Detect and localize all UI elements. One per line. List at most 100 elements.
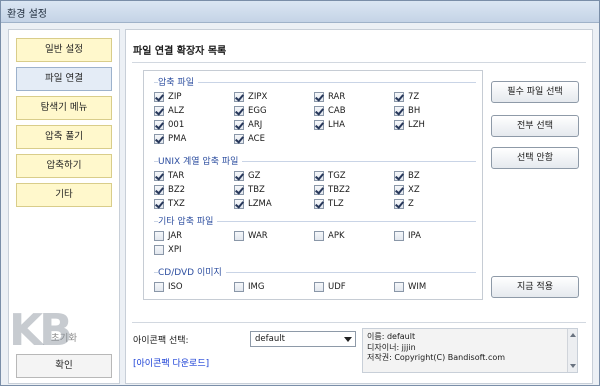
extension-checkbox-tbz2[interactable]: TBZ2: [314, 185, 389, 197]
apply-now-button[interactable]: 지금 적용: [491, 276, 579, 298]
checkbox-checked-icon[interactable]: [394, 185, 404, 195]
extension-checkbox-jar[interactable]: JAR: [154, 231, 229, 243]
extension-checkbox-ipa[interactable]: IPA: [394, 231, 469, 243]
checkbox-checked-icon[interactable]: [154, 106, 164, 116]
sidebar-item-explorer-menu[interactable]: 탐색기 메뉴: [16, 96, 112, 120]
reset-button[interactable]: 초기화: [16, 327, 112, 351]
checkbox-checked-icon[interactable]: [234, 185, 244, 195]
extension-checkbox-xz[interactable]: XZ: [394, 185, 469, 197]
sidebar-item-misc[interactable]: 기타: [16, 183, 112, 207]
checkbox-checked-icon[interactable]: [394, 92, 404, 102]
extension-checkbox-zipx[interactable]: ZIPX: [234, 92, 309, 104]
checkbox-checked-icon[interactable]: [314, 92, 324, 102]
group-label: 기타 압축 파일: [158, 214, 218, 227]
checkbox-checked-icon[interactable]: [314, 185, 324, 195]
extension-checkbox-cab[interactable]: CAB: [314, 106, 389, 118]
extension-checkbox-txz[interactable]: TXZ: [154, 199, 229, 211]
checkbox-checked-icon[interactable]: [314, 106, 324, 116]
checkbox-checked-icon[interactable]: [154, 199, 164, 209]
extension-label: 7Z: [408, 92, 420, 102]
extension-checkbox-egg[interactable]: EGG: [234, 106, 309, 118]
checkbox-unchecked-icon[interactable]: [394, 282, 404, 292]
checkbox-unchecked-icon[interactable]: [314, 282, 324, 292]
ok-button[interactable]: 확인: [16, 354, 112, 378]
checkbox-checked-icon[interactable]: [394, 171, 404, 181]
checkbox-unchecked-icon[interactable]: [154, 245, 164, 255]
select-required-button[interactable]: 필수 파일 선택: [491, 81, 579, 103]
sidebar-item-file-association[interactable]: 파일 연결: [16, 67, 112, 91]
extension-checkbox-tgz[interactable]: TGZ: [314, 171, 389, 183]
title-divider: [132, 62, 586, 63]
extension-checkbox-7z[interactable]: 7Z: [394, 92, 469, 104]
checkbox-unchecked-icon[interactable]: [234, 231, 244, 241]
checkbox-checked-icon[interactable]: [234, 120, 244, 130]
checkbox-checked-icon[interactable]: [314, 199, 324, 209]
select-none-button[interactable]: 선택 안함: [491, 147, 579, 169]
checkbox-checked-icon[interactable]: [154, 120, 164, 130]
extension-checkbox-zip[interactable]: ZIP: [154, 92, 229, 104]
checkbox-checked-icon[interactable]: [234, 199, 244, 209]
extension-checkbox-alz[interactable]: ALZ: [154, 106, 229, 118]
extension-checkbox-apk[interactable]: APK: [314, 231, 389, 243]
extension-checkbox-001[interactable]: 001: [154, 120, 229, 132]
checkbox-checked-icon[interactable]: [314, 120, 324, 130]
checkbox-checked-icon[interactable]: [394, 199, 404, 209]
extension-checkbox-bz2[interactable]: BZ2: [154, 185, 229, 197]
extension-checkbox-wim[interactable]: WIM: [394, 282, 469, 294]
iconpack-download-link[interactable]: [아이콘팩 다운로드]: [133, 356, 209, 369]
extension-list-panel: 압축 파일 ZIP ZIPX RAR 7Z ALZ EGG CAB BH 001 ARJ LHA LZH…: [143, 70, 483, 300]
iconpack-select[interactable]: default: [250, 331, 356, 347]
checkbox-checked-icon[interactable]: [234, 134, 244, 144]
chevron-down-icon: [344, 337, 352, 342]
extension-checkbox-tbz[interactable]: TBZ: [234, 185, 309, 197]
window-title: 환경 설정: [7, 9, 47, 20]
checkbox-checked-icon[interactable]: [314, 171, 324, 181]
checkbox-unchecked-icon[interactable]: [154, 282, 164, 292]
checkbox-checked-icon[interactable]: [154, 185, 164, 195]
extension-checkbox-xpi[interactable]: XPI: [154, 245, 229, 257]
scroll-up-icon[interactable]: [570, 333, 576, 337]
extension-checkbox-iso[interactable]: ISO: [154, 282, 229, 294]
extension-checkbox-gz[interactable]: GZ: [234, 171, 309, 183]
extension-label: LZMA: [248, 199, 272, 209]
scroll-down-icon[interactable]: [570, 364, 576, 368]
sidebar: 일반 설정 파일 연결 탐색기 메뉴 압축 풀기 압축하기 기타 초기화 확인: [8, 29, 120, 384]
sidebar-item-general[interactable]: 일반 설정: [16, 38, 112, 62]
extension-checkbox-bz[interactable]: BZ: [394, 171, 469, 183]
extension-checkbox-war[interactable]: WAR: [234, 231, 309, 243]
checkbox-checked-icon[interactable]: [154, 92, 164, 102]
extension-label: TBZ2: [328, 185, 351, 195]
extension-checkbox-ace[interactable]: ACE: [234, 134, 309, 146]
extension-checkbox-rar[interactable]: RAR: [314, 92, 389, 104]
extension-checkbox-img[interactable]: IMG: [234, 282, 309, 294]
extension-checkbox-lha[interactable]: LHA: [314, 120, 389, 132]
checkbox-checked-icon[interactable]: [234, 92, 244, 102]
extension-checkbox-lzh[interactable]: LZH: [394, 120, 469, 132]
extension-checkbox-udf[interactable]: UDF: [314, 282, 389, 294]
checkbox-checked-icon[interactable]: [234, 106, 244, 116]
extension-checkbox-lzma[interactable]: LZMA: [234, 199, 309, 211]
sidebar-item-extract[interactable]: 압축 풀기: [16, 125, 112, 149]
extension-label: LZH: [408, 120, 425, 130]
checkbox-unchecked-icon[interactable]: [394, 231, 404, 241]
page-title: 파일 연결 확장자 목록: [133, 46, 227, 57]
checkbox-unchecked-icon[interactable]: [314, 231, 324, 241]
extension-checkbox-z[interactable]: Z: [394, 199, 469, 211]
checkbox-checked-icon[interactable]: [234, 171, 244, 181]
select-all-button[interactable]: 전부 선택: [491, 115, 579, 137]
checkbox-checked-icon[interactable]: [394, 120, 404, 130]
checkbox-unchecked-icon[interactable]: [154, 231, 164, 241]
checkbox-unchecked-icon[interactable]: [234, 282, 244, 292]
checkbox-checked-icon[interactable]: [154, 134, 164, 144]
extension-checkbox-arj[interactable]: ARJ: [234, 120, 309, 132]
extension-checkbox-bh[interactable]: BH: [394, 106, 469, 118]
extension-checkbox-pma[interactable]: PMA: [154, 134, 229, 146]
extension-label: EGG: [248, 106, 267, 116]
checkbox-checked-icon[interactable]: [394, 106, 404, 116]
extension-checkbox-tlz[interactable]: TLZ: [314, 199, 389, 211]
checkbox-checked-icon[interactable]: [154, 171, 164, 181]
extension-checkbox-tar[interactable]: TAR: [154, 171, 229, 183]
group-header: 기타 압축 파일: [154, 214, 476, 227]
sidebar-item-compress[interactable]: 압축하기: [16, 154, 112, 178]
info-scrollbar[interactable]: [567, 329, 577, 372]
